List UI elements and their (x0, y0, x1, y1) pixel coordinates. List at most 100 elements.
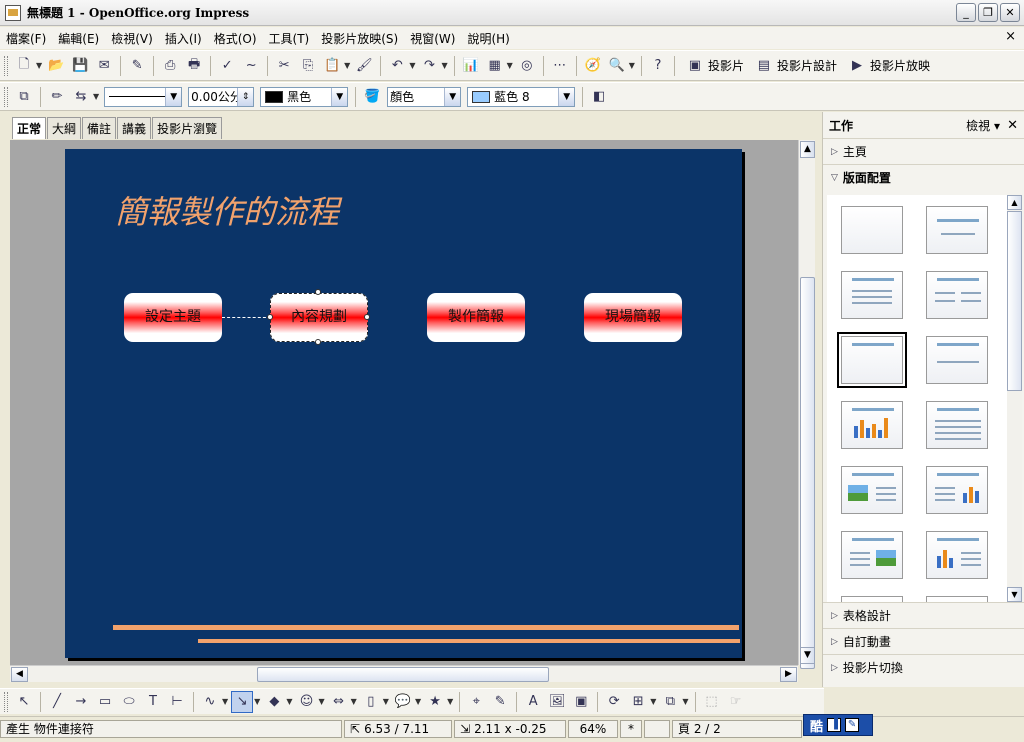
save-icon[interactable]: 💾 (69, 55, 91, 77)
slide-workspace[interactable]: 簡報製作的流程 設定主題 內容規劃 製作簡報 現場簡報 (10, 140, 798, 665)
symbol-shapes-dropdown-icon[interactable]: ▼ (318, 697, 324, 706)
ime-settings-icon[interactable]: ✎ (845, 718, 860, 732)
spin-buttons[interactable]: ⇕ (237, 87, 254, 106)
table-icon[interactable]: ▦ (484, 55, 506, 77)
undo-icon[interactable]: ↶ (386, 55, 408, 77)
print-icon[interactable]: 🖶 (183, 55, 205, 77)
chart-icon[interactable]: 📊 (460, 55, 482, 77)
area-color-select[interactable]: 藍色 8 ▼ (467, 86, 576, 107)
menu-help[interactable]: 說明(H) (461, 30, 515, 47)
autospellcheck-icon[interactable]: ~ (240, 55, 262, 77)
menu-view[interactable]: 檢視(V) (105, 30, 159, 47)
object-position-icon[interactable]: ⧉ (13, 86, 35, 108)
tab-handout[interactable]: 講義 (117, 117, 152, 139)
gallery-icon[interactable]: ▣ (570, 691, 592, 713)
scroll-thumb[interactable] (1007, 211, 1022, 391)
ime-mode-icon[interactable]: ▐ (827, 718, 842, 732)
menu-file[interactable]: 檔案(F) (0, 30, 52, 47)
menu-insert[interactable]: 插入(I) (159, 30, 208, 47)
extrusion-icon[interactable]: ⬚ (701, 691, 723, 713)
connector-handle-right[interactable] (364, 314, 370, 320)
layout-title-only-centered[interactable] (926, 206, 988, 254)
help-icon[interactable]: ? (647, 55, 669, 77)
connector-handle-bottom[interactable] (315, 339, 321, 345)
connector-dropdown-icon[interactable]: ▼ (254, 697, 260, 706)
tab-slide-sorter[interactable]: 投影片瀏覽 (152, 117, 223, 139)
scroll-down-button[interactable]: ▼ (800, 647, 815, 664)
area-fill-icon[interactable]: 🪣 (361, 86, 383, 108)
layout-centered-text[interactable] (926, 336, 988, 384)
text-icon[interactable]: T (142, 691, 164, 713)
new-document-icon[interactable]: 🗋 (13, 55, 35, 77)
navigator-icon[interactable]: 🧭 (582, 55, 604, 77)
menu-edit[interactable]: 編輯(E) (52, 30, 105, 47)
callouts-icon[interactable]: 💬 (392, 691, 414, 713)
ime-language-bar[interactable]: 酷 ▐ ✎ (803, 714, 873, 736)
close-button[interactable]: ✕ (1000, 3, 1020, 22)
grid-icon[interactable]: ⋯ (549, 55, 571, 77)
alignment-dropdown-icon[interactable]: ▼ (650, 697, 656, 706)
arrow-style-dropdown-icon[interactable]: ▼ (93, 92, 99, 101)
status-zoom[interactable]: 64% (568, 719, 618, 738)
flowchart-icon[interactable]: ▯ (360, 691, 382, 713)
stars-dropdown-icon[interactable]: ▼ (447, 697, 453, 706)
chevron-down-icon[interactable]: ▼ (165, 87, 182, 106)
restore-button[interactable]: ❐ (978, 3, 998, 22)
redo-icon[interactable]: ↷ (418, 55, 440, 77)
vertical-scrollbar[interactable]: ▲ ▼ (798, 140, 815, 669)
layout-title-only-selected[interactable] (837, 332, 907, 388)
chevron-down-icon[interactable]: ▼ (331, 87, 348, 106)
section-custom-animation[interactable]: ▷ 自訂動畫 (823, 628, 1024, 654)
tab-outline[interactable]: 大綱 (47, 117, 82, 139)
toolbar-grip[interactable] (4, 691, 8, 712)
paste-icon[interactable]: 📋 (321, 55, 343, 77)
arrow-style-icon[interactable]: ⇆ (70, 86, 92, 108)
undo-dropdown-icon[interactable]: ▼ (409, 61, 415, 70)
open-folder-icon[interactable]: 📂 (45, 55, 67, 77)
menu-format[interactable]: 格式(O) (208, 30, 263, 47)
scroll-thumb[interactable] (257, 667, 549, 682)
line-width-field[interactable]: 0.00公分 ⇕ (188, 86, 255, 107)
slideshow-button[interactable]: ▶ 投影片放映 (845, 55, 930, 77)
scroll-up-button[interactable]: ▲ (1007, 195, 1022, 210)
zoom-dropdown-icon[interactable]: ▼ (629, 61, 635, 70)
task-pane-close-icon[interactable]: ✕ (1007, 118, 1018, 133)
flow-box-topic[interactable]: 設定主題 (124, 293, 222, 342)
export-pdf-icon[interactable]: ⎙ (159, 55, 181, 77)
line-color-select[interactable]: 黑色 ▼ (260, 86, 349, 107)
flowchart-dropdown-icon[interactable]: ▼ (383, 697, 389, 706)
line-icon[interactable]: ╱ (46, 691, 68, 713)
callouts-dropdown-icon[interactable]: ▼ (415, 697, 421, 706)
arrange-icon[interactable]: ⧉ (659, 691, 681, 713)
layout-title-table[interactable] (926, 401, 988, 449)
connector-line[interactable] (222, 317, 271, 318)
cut-icon[interactable]: ✂ (273, 55, 295, 77)
connector-handle-left[interactable] (267, 314, 273, 320)
scroll-up-button[interactable]: ▲ (800, 141, 815, 158)
impress-app-icon[interactable] (5, 4, 21, 21)
menu-window[interactable]: 視窗(W) (404, 30, 461, 47)
task-pane-view-menu[interactable]: 檢視 ▾ (966, 117, 1000, 134)
layout-blank[interactable] (841, 206, 903, 254)
block-arrows-icon[interactable]: ⇔ (328, 691, 350, 713)
arrange-dropdown-icon[interactable]: ▼ (682, 697, 688, 706)
block-arrows-dropdown-icon[interactable]: ▼ (351, 697, 357, 706)
layout-title-text-chart[interactable] (926, 466, 988, 514)
shadow-icon[interactable]: ◧ (588, 86, 610, 108)
layout-title-two-content[interactable] (926, 271, 988, 319)
interaction-icon[interactable]: ☞ (725, 691, 747, 713)
rectangle-icon[interactable]: ▭ (94, 691, 116, 713)
line-style-select[interactable]: ▼ (104, 86, 183, 107)
layout-title-clipart-text[interactable] (841, 466, 903, 514)
area-style-select[interactable]: 顏色 ▼ (387, 86, 462, 107)
fontwork-icon[interactable]: ◎ (516, 55, 538, 77)
chevron-down-icon[interactable]: ▼ (444, 87, 461, 106)
menu-tools[interactable]: 工具(T) (263, 30, 316, 47)
curve-icon[interactable]: ∿ (199, 691, 221, 713)
toolbar-grip[interactable] (4, 55, 8, 76)
symbol-shapes-icon[interactable]: ☺ (295, 691, 317, 713)
zoom-icon[interactable]: 🔍 (606, 55, 628, 77)
layout-gallery-scrollbar[interactable]: ▲ ▼ (1007, 195, 1022, 602)
email-icon[interactable]: ✉ (93, 55, 115, 77)
format-paintbrush-icon[interactable]: 🖌 (353, 55, 375, 77)
